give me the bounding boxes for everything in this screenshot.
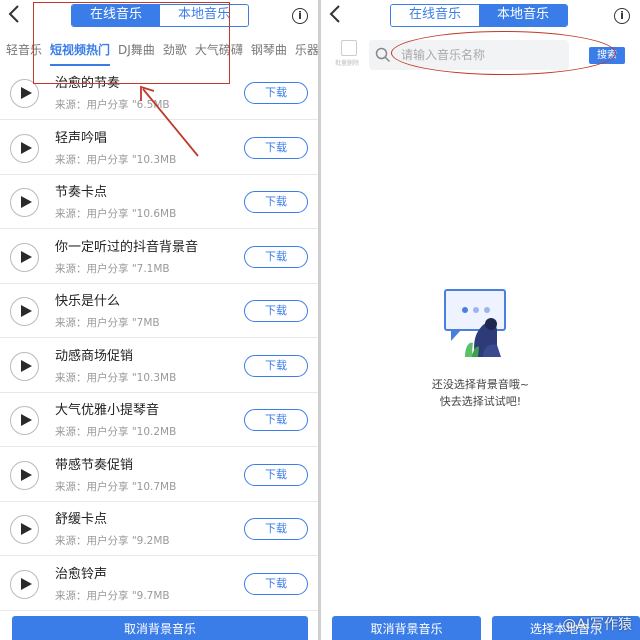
song-meta: 来源：用户分享 "9.7MB (55, 589, 170, 602)
song-title: 节奏卡点 (55, 185, 108, 200)
play-icon[interactable] (10, 351, 39, 381)
download-button[interactable]: 下载 (244, 82, 308, 104)
song-title: 治愈铃声 (55, 566, 108, 582)
batch-delete-label: 批量删除 (335, 60, 360, 67)
song-row[interactable]: 带感节奏促销来源：用户分享 "10.7MB 下载 (0, 448, 318, 502)
download-button[interactable]: 下载 (244, 191, 308, 213)
tab-online-music[interactable]: 在线音乐 (391, 5, 479, 26)
category-tab-piano[interactable]: 钢琴曲 (251, 36, 287, 66)
play-icon[interactable] (10, 133, 39, 163)
song-meta: 来源：用户分享 "7.1MB (55, 262, 170, 275)
online-music-panel: 在线音乐 本地音乐 i 轻音乐 短视频热门 DJ舞曲 劲歌 大气磅礴 钢琴曲 乐… (0, 0, 318, 640)
batch-delete-toggle[interactable]: 批量删除 (335, 40, 359, 67)
cancel-background-music-button[interactable]: 取消背景音乐 (332, 616, 481, 640)
play-icon[interactable] (10, 406, 39, 435)
song-meta: 来源：用户分享 "10.3MB (55, 153, 177, 166)
watermark: @AI写作猿 (562, 617, 632, 633)
play-icon[interactable] (10, 515, 39, 544)
song-title: 轻声吟唱 (55, 130, 108, 146)
info-icon[interactable]: i (614, 8, 630, 24)
annotation-highlight-ellipse (391, 31, 616, 75)
song-meta: 来源：用户分享 "10.3MB (55, 371, 177, 384)
song-row[interactable]: 治愈铃声来源：用户分享 "9.7MB 下载 (0, 557, 318, 611)
empty-state-line: 快去选择试试吧! (439, 395, 522, 408)
info-icon[interactable]: i (292, 8, 308, 24)
header: 在线音乐 本地音乐 i (321, 0, 640, 30)
download-button[interactable]: 下载 (244, 518, 308, 540)
download-button[interactable]: 下载 (244, 463, 308, 486)
search-icon (375, 47, 391, 63)
play-icon[interactable] (10, 242, 39, 272)
play-icon[interactable] (10, 188, 39, 217)
song-row[interactable]: 你一定听过的抖音背景音 来源：用户分享 "7.1MB 下载 (0, 230, 318, 284)
download-button[interactable]: 下载 (244, 409, 308, 431)
category-tab-instrument[interactable]: 乐器 (295, 36, 318, 66)
download-button[interactable]: 下载 (244, 300, 308, 322)
song-meta: 来源：用户分享 "10.2MB (55, 426, 177, 438)
song-row[interactable]: 动感商场促销来源：用户分享 "10.3MB 下载 (0, 339, 318, 393)
checkbox-icon (341, 40, 357, 56)
download-button[interactable]: 下载 (244, 572, 308, 595)
back-icon[interactable] (7, 4, 23, 24)
play-icon[interactable] (10, 297, 39, 326)
song-meta: 来源：用户分享 "6.5MB (55, 99, 170, 111)
empty-state-illustration (444, 289, 506, 357)
download-button[interactable]: 下载 (244, 354, 308, 377)
song-row[interactable]: 节奏卡点来源：用户分享 "10.6MB 下载 (0, 175, 318, 229)
song-row[interactable]: 舒缓卡点来源：用户分享 "9.2MB 下载 (0, 502, 318, 556)
annotation-highlight-box (33, 2, 230, 84)
cancel-background-music-button[interactable]: 取消背景音乐 (12, 616, 308, 640)
song-meta: 来源：用户分享 "9.2MB (55, 535, 170, 547)
song-row[interactable]: 大气优雅小提琴音来源：用户分享 "10.2MB 下载 (0, 393, 318, 447)
tab-local-music[interactable]: 本地音乐 (479, 5, 567, 26)
song-row[interactable]: 快乐是什么来源：用户分享 "7MB 下载 (0, 284, 318, 338)
play-icon[interactable] (10, 460, 39, 490)
local-music-panel: 在线音乐 本地音乐 i 批量删除 搜索 还没选择背景音哦~ 快 (321, 0, 640, 640)
song-meta: 来源：用户分享 "10.7MB (55, 480, 177, 493)
download-button[interactable]: 下载 (244, 136, 308, 159)
song-list: 治愈的节奏 来源：用户分享 "6.5MB 下载 轻声吟唱 来源：用户分享 "10.3MB… (0, 66, 318, 616)
song-title: 大气优雅小提琴音 (55, 403, 160, 418)
play-icon[interactable] (10, 569, 39, 599)
song-row[interactable]: 轻声吟唱来源：用户分享 "10.3MB 下载 (0, 121, 318, 175)
song-meta: 来源：用户分享 "7MB (55, 317, 160, 329)
song-meta: 来源：用户分享 "10.6MB (55, 208, 177, 220)
song-title: 快乐是什么 (55, 294, 121, 309)
song-title: 带感节奏促销 (55, 457, 134, 473)
song-title: 动感商场促销 (55, 348, 134, 364)
empty-state-line: 还没选择背景音哦~ (431, 378, 530, 391)
song-title: 你一定听过的抖音背景音 (55, 239, 199, 255)
empty-state-message: 还没选择背景音哦~ 快去选择试试吧! (321, 376, 640, 410)
back-icon[interactable] (328, 4, 344, 24)
download-button[interactable]: 下载 (244, 245, 308, 268)
music-source-toggle: 在线音乐 本地音乐 (390, 4, 568, 27)
song-title: 舒缓卡点 (55, 512, 108, 527)
